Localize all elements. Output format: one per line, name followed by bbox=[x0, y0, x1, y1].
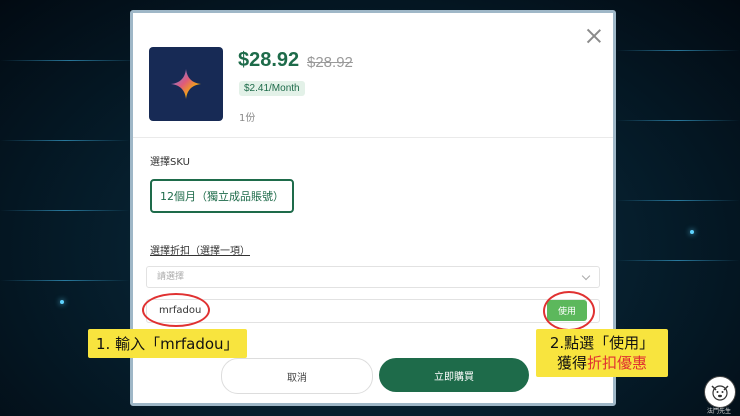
annotation-step2-line1: 2.點選「使用」 bbox=[549, 334, 655, 352]
discount-select-placeholder: 請選擇 bbox=[157, 272, 185, 282]
buy-now-button[interactable]: 立即購買 bbox=[379, 358, 529, 392]
annotation-step2: 2.點選「使用」 獲得折扣優惠 bbox=[536, 329, 668, 377]
bg-circuit-line bbox=[616, 50, 740, 51]
highlight-circle-coupon bbox=[142, 293, 210, 327]
annotation-step2-prefix: 獲得 bbox=[556, 354, 587, 372]
highlight-circle-use-button bbox=[543, 291, 595, 331]
sku-label: 選擇SKU bbox=[150, 157, 190, 168]
sku-option-12-months[interactable]: 12個月（獨立成品賬號） bbox=[150, 179, 294, 213]
watermark-text: 法鬥先生 bbox=[706, 408, 731, 415]
bg-glow-dot bbox=[690, 230, 694, 234]
bg-circuit-line bbox=[0, 210, 130, 211]
sparkle-icon bbox=[171, 69, 201, 99]
annotation-step2-highlight: 折扣優惠 bbox=[587, 354, 648, 372]
bg-circuit-line bbox=[616, 200, 740, 201]
chevron-down-icon bbox=[581, 271, 591, 281]
quantity-text: 1份 bbox=[239, 113, 256, 124]
monthly-price-badge: $2.41/Month bbox=[239, 81, 305, 96]
mascot-logo bbox=[704, 376, 736, 408]
bg-circuit-line bbox=[0, 140, 130, 141]
discount-select[interactable]: 請選擇 bbox=[146, 266, 600, 288]
current-price: $28.92 bbox=[238, 49, 300, 71]
bg-circuit-line bbox=[0, 60, 140, 61]
bg-glow-dot bbox=[60, 300, 64, 304]
bg-circuit-line bbox=[0, 280, 130, 281]
bg-circuit-line bbox=[616, 120, 740, 121]
cancel-button[interactable]: 取消 bbox=[221, 358, 373, 394]
bulldog-icon bbox=[711, 385, 729, 401]
coupon-input[interactable]: mrfadou bbox=[146, 299, 600, 323]
original-price: $28.92 bbox=[307, 54, 353, 71]
product-thumbnail bbox=[149, 47, 223, 121]
divider bbox=[133, 137, 613, 138]
annotation-step2-line2: 獲得折扣優惠 bbox=[540, 353, 664, 373]
annotation-step1: 1. 輸入「mrfadou」 bbox=[88, 329, 247, 358]
discount-label: 選擇折扣（選擇一項） bbox=[150, 246, 250, 257]
close-icon[interactable] bbox=[585, 27, 603, 45]
bg-circuit-line bbox=[616, 260, 740, 261]
